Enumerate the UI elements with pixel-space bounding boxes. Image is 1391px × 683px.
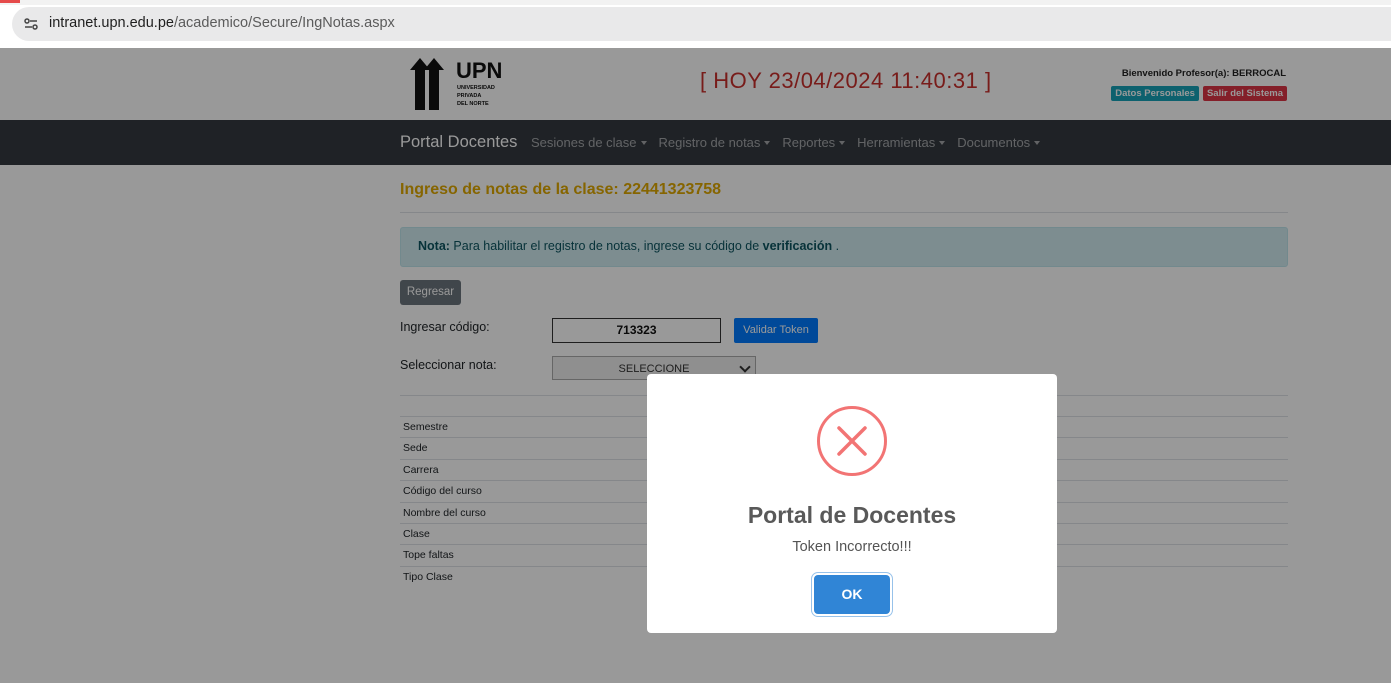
site-settings-icon[interactable] bbox=[22, 15, 40, 33]
dialog-title: Portal de Docentes bbox=[747, 502, 957, 528]
url-text[interactable]: intranet.upn.edu.pe/academico/Secure/Ing… bbox=[49, 15, 395, 31]
dialog-message: Token Incorrecto!!! bbox=[792, 539, 912, 555]
close-x-icon bbox=[837, 426, 867, 456]
url-host: intranet.upn.edu.pe bbox=[49, 15, 174, 31]
error-icon bbox=[817, 406, 887, 476]
ok-button[interactable]: OK bbox=[814, 575, 890, 614]
tab-indicator bbox=[0, 0, 20, 3]
tab-strip bbox=[0, 0, 1391, 5]
browser-bar: intranet.upn.edu.pe/academico/Secure/Ing… bbox=[0, 0, 1391, 48]
alert-dialog: Portal de Docentes Token Incorrecto!!! O… bbox=[647, 374, 1057, 633]
url-path: /academico/Secure/IngNotas.aspx bbox=[173, 15, 395, 31]
address-bar[interactable]: intranet.upn.edu.pe/academico/Secure/Ing… bbox=[12, 7, 1391, 41]
